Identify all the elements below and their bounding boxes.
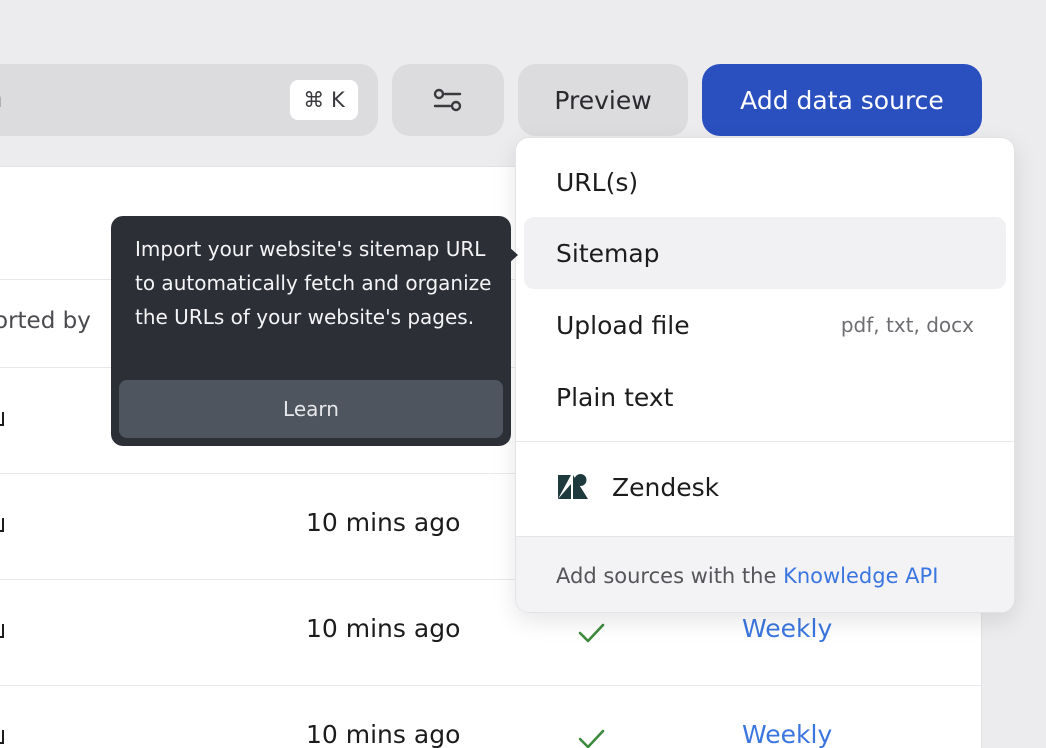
menu-item-sitemap[interactable]: Sitemap bbox=[524, 217, 1006, 289]
menu-item-urls[interactable]: URL(s) bbox=[524, 146, 1006, 218]
menu-item-label: Upload file bbox=[556, 310, 690, 340]
menu-item-label: Plain text bbox=[556, 382, 674, 412]
menu-item-label: Zendesk bbox=[612, 472, 720, 502]
row-frequency-link[interactable]: Weekly bbox=[742, 720, 832, 748]
menu-divider bbox=[516, 441, 1014, 442]
knowledge-api-link[interactable]: Knowledge API bbox=[783, 564, 938, 588]
add-data-source-menu: URL(s) Sitemap Upload file pdf, txt, doc… bbox=[515, 137, 1015, 613]
menu-footer-text: Add sources with the bbox=[556, 563, 784, 588]
menu-item-zendesk[interactable]: Zendesk bbox=[524, 451, 1006, 523]
row-name-fragment bbox=[0, 730, 4, 744]
sliders-icon bbox=[433, 88, 462, 112]
tooltip-text: Import your website's sitemap URL to aut… bbox=[135, 237, 492, 329]
row-name-fragment bbox=[0, 624, 4, 638]
menu-item-hint: pdf, txt, docx bbox=[840, 313, 974, 337]
row-updated-time: 10 mins ago bbox=[306, 508, 461, 537]
menu-item-upload-file[interactable]: Upload file pdf, txt, docx bbox=[524, 289, 1006, 361]
row-updated-time: 10 mins ago bbox=[306, 720, 461, 748]
row-name-fragment bbox=[0, 412, 4, 426]
row-name-fragment bbox=[0, 518, 4, 532]
check-icon bbox=[578, 729, 605, 748]
preview-button[interactable]: Preview bbox=[518, 64, 688, 136]
keyboard-shortcut-badge: ⌘ K bbox=[290, 80, 358, 120]
row-updated-time: 10 mins ago bbox=[306, 614, 461, 643]
learn-button[interactable]: Learn bbox=[119, 380, 503, 438]
column-header-imported-by: orted by bbox=[0, 308, 91, 334]
sitemap-tooltip: Import your website's sitemap URL to aut… bbox=[111, 216, 511, 446]
row-frequency-link[interactable]: Weekly bbox=[742, 614, 832, 643]
filter-button[interactable] bbox=[392, 64, 504, 136]
menu-item-label: URL(s) bbox=[556, 167, 639, 197]
menu-item-label: Sitemap bbox=[556, 238, 660, 268]
check-icon bbox=[578, 623, 605, 643]
add-data-source-button[interactable]: Add data source bbox=[702, 64, 982, 136]
zendesk-icon bbox=[558, 474, 588, 499]
menu-footer: Add sources with the Knowledge API bbox=[516, 536, 1014, 612]
search-placeholder: arch bbox=[0, 84, 3, 113]
table-divider bbox=[0, 685, 981, 686]
menu-item-plain-text[interactable]: Plain text bbox=[524, 361, 1006, 433]
